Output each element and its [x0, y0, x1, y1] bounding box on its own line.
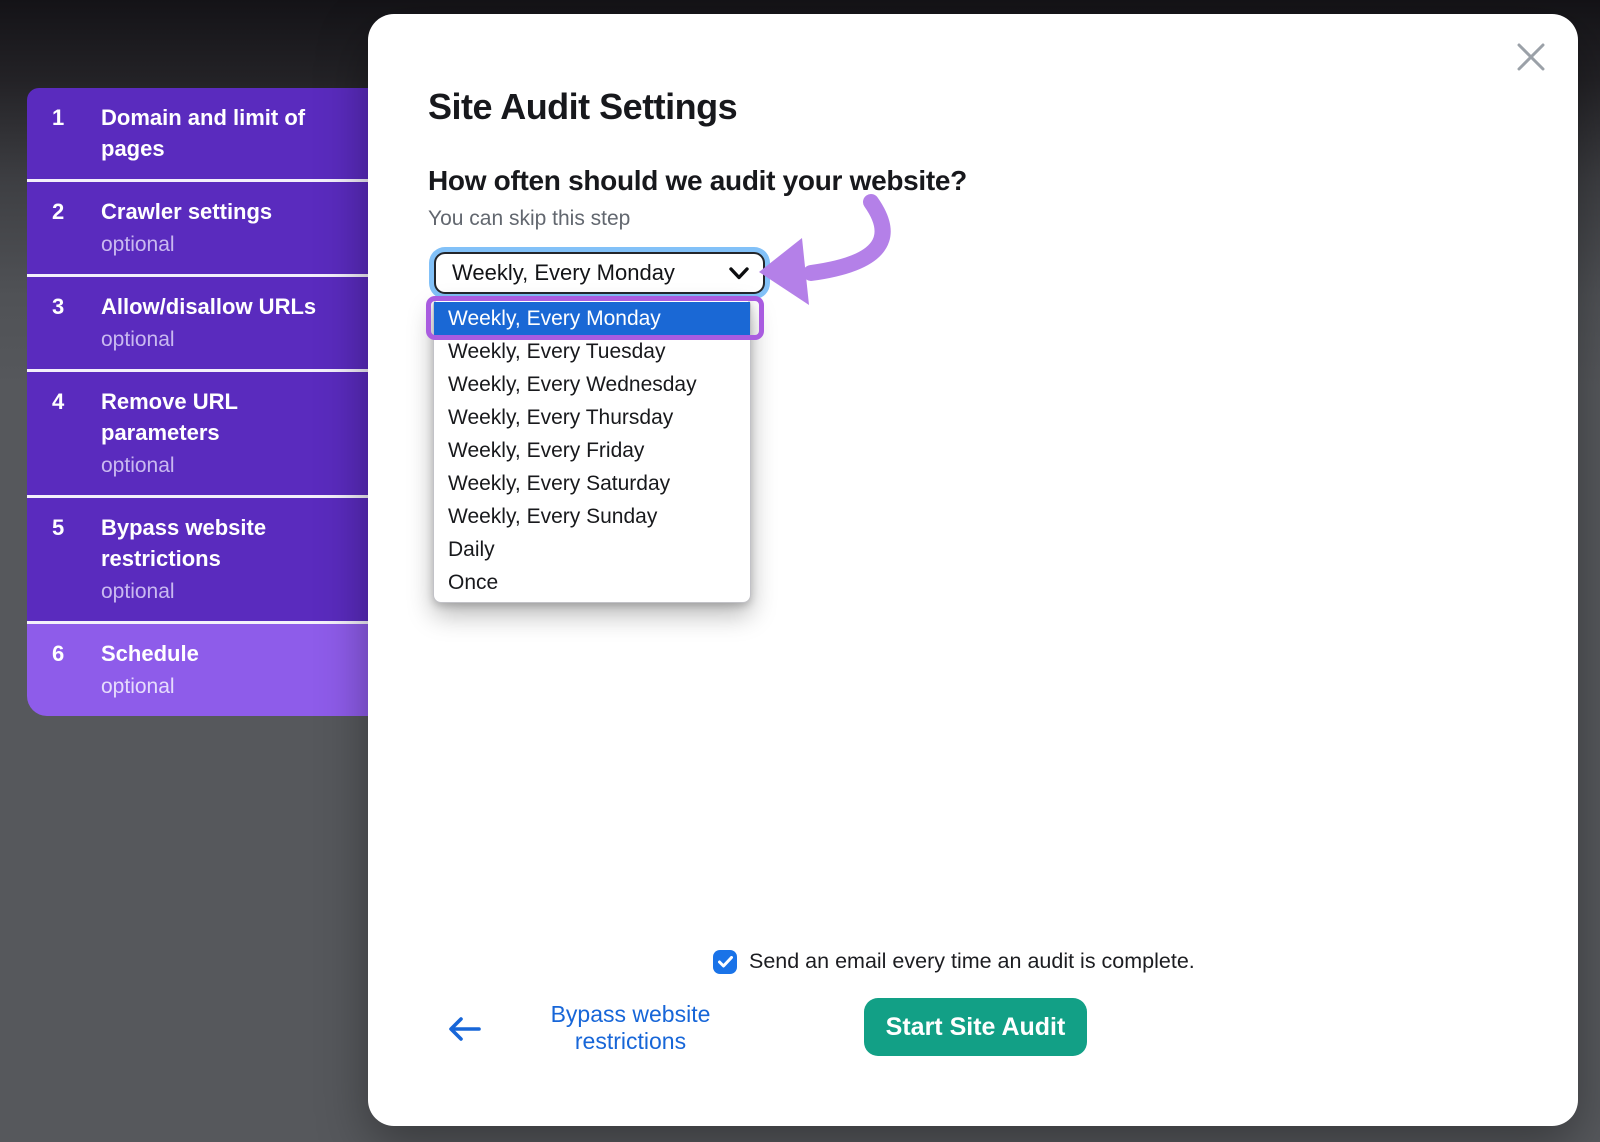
schedule-select[interactable]: Weekly, Every Monday	[434, 252, 765, 294]
sidebar-item-domain-and-limit[interactable]: 1 Domain and limit of pages	[27, 88, 368, 179]
option-weekly-wednesday[interactable]: Weekly, Every Wednesday	[434, 368, 750, 401]
step-title: Allow/disallow URLs	[101, 291, 352, 322]
step-optional-label: optional	[101, 578, 352, 606]
bypass-website-restrictions-link[interactable]: Bypass website restrictions	[508, 1001, 753, 1055]
step-number: 6	[52, 638, 101, 701]
step-optional-label: optional	[101, 673, 352, 701]
email-checkbox-row: Send an email every time an audit is com…	[713, 949, 1195, 974]
email-checkbox[interactable]	[713, 950, 737, 974]
step-optional-label: optional	[101, 326, 352, 354]
sidebar-item-allow-disallow-urls[interactable]: 3 Allow/disallow URLs optional	[27, 274, 368, 369]
step-number: 5	[52, 512, 101, 606]
option-daily[interactable]: Daily	[434, 533, 750, 566]
sidebar-item-bypass-website-restrictions[interactable]: 5 Bypass website restrictions optional	[27, 495, 368, 621]
step-optional-label: optional	[101, 452, 352, 480]
sidebar-item-schedule[interactable]: 6 Schedule optional	[27, 621, 368, 716]
step-title: Bypass website restrictions	[101, 512, 352, 574]
email-checkbox-label: Send an email every time an audit is com…	[749, 949, 1195, 974]
chevron-down-icon	[729, 267, 749, 280]
option-weekly-thursday[interactable]: Weekly, Every Thursday	[434, 401, 750, 434]
back-arrow-icon[interactable]	[446, 1014, 482, 1044]
schedule-question: How often should we audit your website?	[428, 165, 967, 197]
step-title: Schedule	[101, 638, 352, 669]
start-site-audit-button[interactable]: Start Site Audit	[864, 998, 1087, 1056]
skip-note: You can skip this step	[428, 207, 630, 231]
step-title: Crawler settings	[101, 196, 352, 227]
step-number: 4	[52, 386, 101, 480]
page-title: Site Audit Settings	[428, 86, 737, 128]
option-weekly-sunday[interactable]: Weekly, Every Sunday	[434, 500, 750, 533]
option-weekly-tuesday[interactable]: Weekly, Every Tuesday	[434, 335, 750, 368]
option-weekly-friday[interactable]: Weekly, Every Friday	[434, 434, 750, 467]
option-once[interactable]: Once	[434, 566, 750, 599]
schedule-select-value: Weekly, Every Monday	[452, 260, 675, 286]
sidebar-item-crawler-settings[interactable]: 2 Crawler settings optional	[27, 179, 368, 274]
close-icon[interactable]	[1514, 40, 1548, 74]
step-number: 1	[52, 102, 101, 164]
step-optional-label: optional	[101, 231, 352, 259]
check-icon	[718, 956, 733, 968]
step-number: 2	[52, 196, 101, 259]
option-weekly-saturday[interactable]: Weekly, Every Saturday	[434, 467, 750, 500]
schedule-option-list: Weekly, Every Monday Weekly, Every Tuesd…	[433, 298, 751, 603]
step-title: Remove URL parameters	[101, 386, 352, 448]
step-title: Domain and limit of pages	[101, 102, 352, 164]
step-number: 3	[52, 291, 101, 354]
site-audit-settings-modal: Site Audit Settings How often should we …	[368, 14, 1578, 1126]
option-weekly-monday[interactable]: Weekly, Every Monday	[434, 302, 750, 335]
sidebar-item-remove-url-parameters[interactable]: 4 Remove URL parameters optional	[27, 369, 368, 495]
audit-steps-sidebar: 1 Domain and limit of pages 2 Crawler se…	[27, 88, 368, 716]
